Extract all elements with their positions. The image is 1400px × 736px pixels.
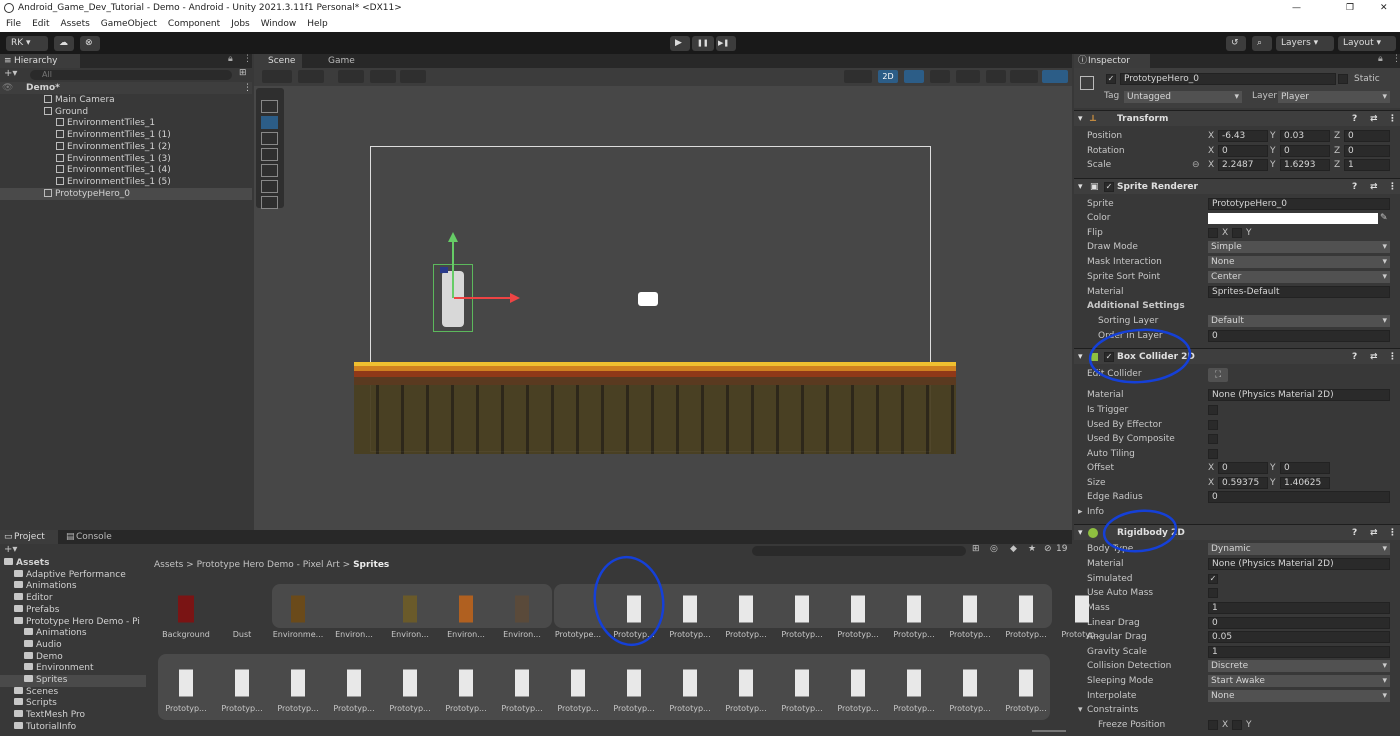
annotation-circle-rigidbody <box>1102 509 1178 553</box>
annotation-circle-sprite <box>593 555 665 647</box>
annotation-circle-box-collider <box>1088 328 1192 384</box>
annotation-overlay <box>593 328 1192 647</box>
